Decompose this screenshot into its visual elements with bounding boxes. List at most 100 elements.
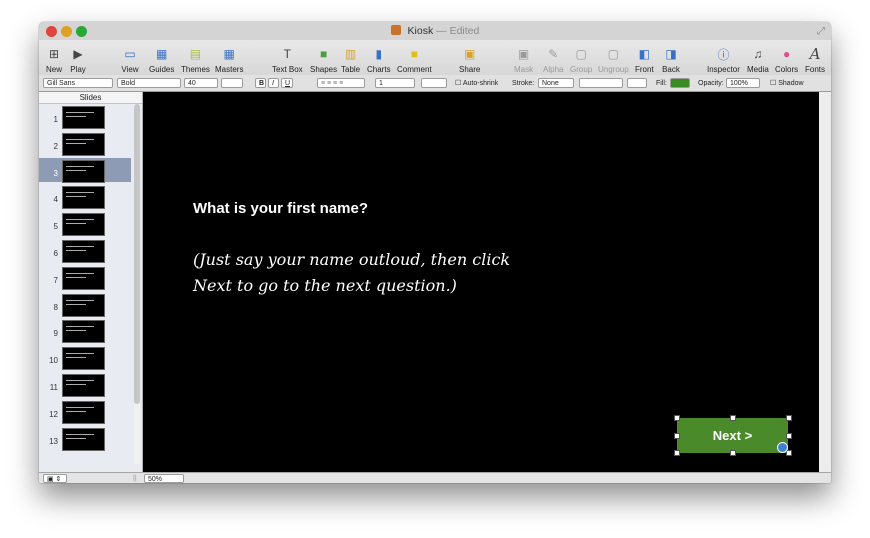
slide-thumbnail-row[interactable]: 7 [39,265,131,290]
slide-navigator: Slides 1 2 3 4 5 6 7 8 9 10 11 12 13 [39,92,143,474]
media-icon: ♫ [753,47,763,61]
selection-handle[interactable] [786,450,792,456]
slide-thumbnail-row[interactable]: 12 [39,399,131,424]
selection-handle[interactable] [674,415,680,421]
stroke-width-select[interactable] [579,78,623,88]
slide-body-text[interactable]: (Just say your name outloud, then click … [193,247,510,299]
columns-select[interactable] [421,78,447,88]
slide-heading[interactable]: What is your first name? [193,200,368,217]
text-color-well[interactable] [221,78,243,88]
slide-thumbnail-row[interactable]: 1 [39,104,131,129]
inspector-button[interactable]: ⓘ Inspector [707,46,740,75]
window-title: Kiosk — Edited [39,25,831,37]
themes-button[interactable]: ▤ Themes [181,46,210,74]
back-button[interactable]: ◨ Back [662,46,680,74]
fill-color-well[interactable] [670,78,690,88]
slide-thumbnail[interactable] [62,240,105,263]
slide-thumbnail[interactable] [62,293,105,317]
slide-canvas[interactable]: What is your first name? (Just say your … [143,92,819,472]
view-button[interactable]: ▭ View [121,46,139,74]
comment-button[interactable]: ■ Comment [397,46,432,74]
bold-button[interactable]: B [255,78,266,88]
slide-thumbnail-row[interactable]: 9 [39,318,131,344]
slide-thumbnail-row[interactable]: 3 [39,157,131,183]
selection-handle[interactable] [730,415,736,421]
slide-thumbnail-row[interactable]: 10 [39,345,131,371]
font-size-field[interactable]: 40 [184,78,218,88]
opacity-field[interactable]: 100% [726,78,760,88]
table-button[interactable]: ▥ Table [341,46,360,74]
front-button[interactable]: ◧ Front [635,46,654,74]
masters-button[interactable]: ▦ Masters [215,46,243,74]
colors-button[interactable]: ● Colors [775,46,798,74]
fill-label: Fill: [656,80,667,87]
shadow-checkbox[interactable]: ☐ Shadow [770,79,804,88]
alignment-buttons[interactable]: ≡ ≡ ≡ ≡ [317,78,365,88]
play-button[interactable]: ▶ Play [69,46,87,74]
slide-number: 13 [49,436,58,446]
slide-thumbnail[interactable] [62,159,105,183]
font-family-select[interactable]: Gill Sans [43,78,113,88]
guides-button[interactable]: ▦ Guides [149,46,174,74]
font-style-select[interactable]: Bold [117,78,181,88]
slide-thumbnail[interactable] [62,320,105,344]
media-button[interactable]: ♫ Media [747,46,769,74]
app-window: Kiosk — Edited ⤢ ⊞ New ▶ Play ▭ View ▦ G… [39,22,831,483]
stroke-select[interactable]: None [538,78,574,88]
line-spacing-select[interactable]: 1 [375,78,415,88]
hyperlink-icon[interactable] [777,442,788,453]
slide-thumbnail-row[interactable]: 5 [39,211,131,237]
slide-thumbnail[interactable] [62,186,105,210]
fonts-button[interactable]: A Fonts [805,45,825,74]
slide-thumbnail[interactable] [62,374,105,397]
selection-handle[interactable] [674,450,680,456]
thumbnail-text-line [66,138,94,140]
share-button[interactable]: ▣ Share [459,46,480,74]
group-button[interactable]: ▢ Group [570,46,592,74]
next-button[interactable]: Next > [677,418,788,453]
shapes-button[interactable]: ■ Shapes [310,46,337,74]
fullscreen-icon[interactable]: ⤢ [817,26,825,37]
navigator-scrollbar[interactable] [134,104,140,464]
canvas-scrollbar[interactable] [819,92,831,472]
slide-thumbnail[interactable] [62,347,105,371]
selection-handle[interactable] [674,433,680,439]
slide-thumbnail[interactable] [62,427,105,451]
thumbnail-text-line [66,196,86,198]
text-box-button[interactable]: T Text Box [272,46,303,74]
auto-shrink-checkbox[interactable]: ☐ Auto-shrink [455,79,498,88]
view-options-select[interactable]: ▣ ⇕ [43,474,67,483]
selection-handle[interactable] [786,433,792,439]
slide-thumbnail[interactable] [62,266,105,290]
underline-button[interactable]: U [281,78,293,88]
new-button[interactable]: ⊞ New [45,46,63,74]
slide-number: 3 [53,168,58,178]
slide-thumbnail-row[interactable]: 6 [39,238,131,263]
resize-divider[interactable]: || [133,474,137,483]
slide-thumbnail[interactable] [62,132,105,156]
ungroup-button[interactable]: ▢ Ungroup [598,46,629,74]
zoom-select[interactable]: 50% [144,474,184,483]
selection-handle[interactable] [730,450,736,456]
slide-thumbnail[interactable] [62,400,105,424]
slide-thumbnail-row[interactable]: 4 [39,184,131,210]
mask-icon: ▣ [517,47,530,61]
slide-thumbnail-row[interactable]: 11 [39,372,131,397]
selection-handle[interactable] [786,415,792,421]
navigator-scroll-thumb[interactable] [134,104,140,404]
mask-button[interactable]: ▣ Mask [514,46,533,74]
slide-thumbnail[interactable] [62,106,105,129]
slide-thumbnail-row[interactable]: 2 [39,131,131,156]
slide-thumbnail[interactable] [62,213,105,237]
thumbnail-text-line [66,410,86,412]
stroke-color-well[interactable] [627,78,647,88]
thumbnail-text-line [66,116,86,117]
comment-icon: ■ [410,47,418,61]
masters-icon: ▦ [223,47,235,61]
italic-button[interactable]: I [268,78,279,88]
table-icon: ▥ [344,47,357,61]
alpha-button[interactable]: ✎ Alpha [543,46,563,74]
charts-button[interactable]: ▮ Charts [367,46,391,74]
slide-thumbnail-row[interactable]: 8 [39,292,131,317]
slide-thumbnail-row[interactable]: 13 [39,426,131,451]
